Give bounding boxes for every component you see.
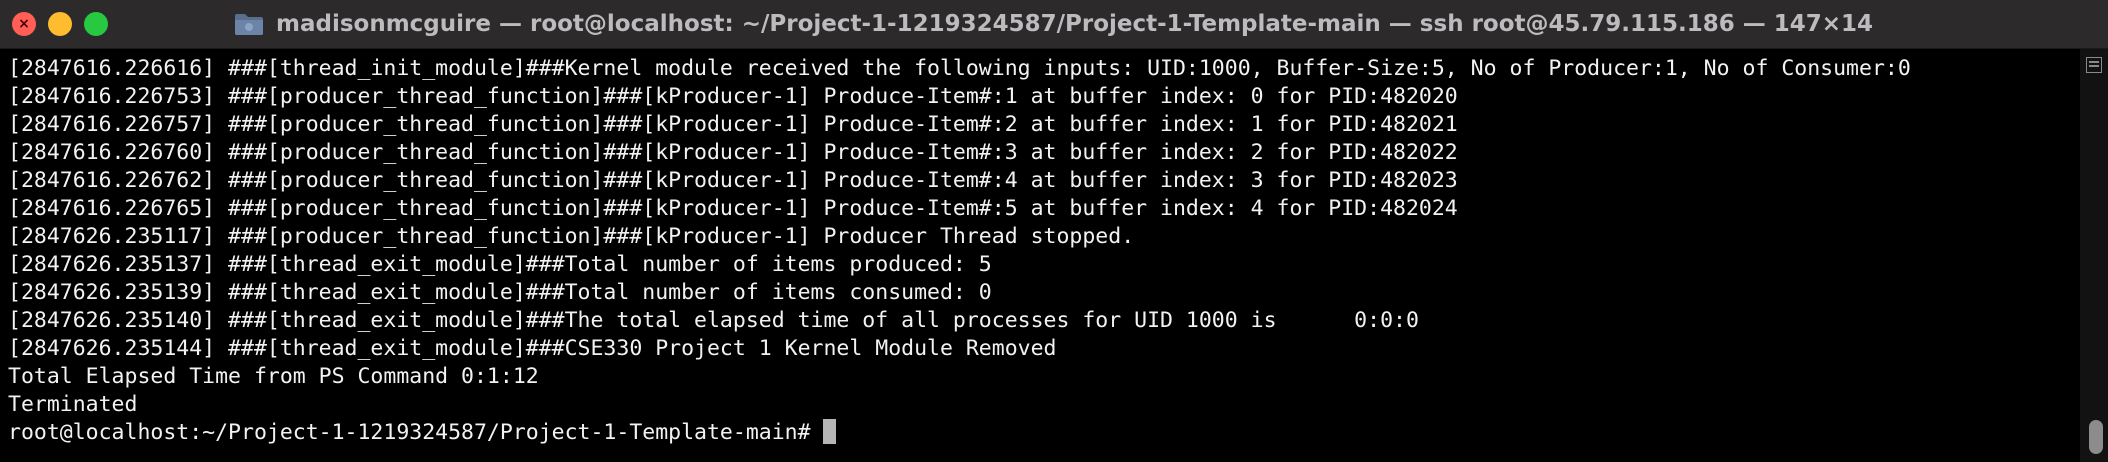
- maximize-button[interactable]: [84, 12, 108, 36]
- terminal-line: [2847616.226762] ###[producer_thread_fun…: [8, 168, 1458, 193]
- window-title-group: madisonmcguire — root@localhost: ~/Proje…: [234, 0, 1873, 48]
- close-button[interactable]: ×: [12, 12, 36, 36]
- terminal-line: [2847616.226753] ###[producer_thread_fun…: [8, 84, 1458, 109]
- folder-icon: [235, 14, 263, 35]
- terminal-line: Total Elapsed Time from PS Command 0:1:1…: [8, 364, 539, 389]
- terminal-line: [2847616.226616] ###[thread_init_module]…: [8, 56, 1911, 81]
- terminal-line: [2847616.226760] ###[producer_thread_fun…: [8, 140, 1458, 165]
- terminal-output[interactable]: [2847616.226616] ###[thread_init_module]…: [8, 55, 2076, 455]
- terminal-window: × madisonmcguire — root@localhost: ~/Pro…: [0, 0, 2108, 462]
- scrollbar[interactable]: [2080, 49, 2108, 462]
- terminal-line: [2847626.235144] ###[thread_exit_module]…: [8, 336, 1057, 361]
- title-bar[interactable]: × madisonmcguire — root@localhost: ~/Pro…: [0, 0, 2108, 49]
- close-icon: ×: [18, 16, 30, 32]
- prompt-line[interactable]: root@localhost:~/Project-1-1219324587/Pr…: [8, 419, 2076, 447]
- scrollbar-thumb[interactable]: [2089, 420, 2103, 454]
- terminal-line: [2847626.235137] ###[thread_exit_module]…: [8, 252, 992, 277]
- scroll-marks-icon[interactable]: [2086, 57, 2102, 73]
- terminal-line: [2847626.235140] ###[thread_exit_module]…: [8, 308, 1419, 333]
- terminal-line: [2847626.235117] ###[producer_thread_fun…: [8, 224, 1135, 249]
- terminal-line: Terminated: [8, 392, 138, 417]
- terminal-line: [2847616.226765] ###[producer_thread_fun…: [8, 196, 1458, 221]
- shell-prompt: root@localhost:~/Project-1-1219324587/Pr…: [8, 420, 824, 445]
- terminal-line: [2847626.235139] ###[thread_exit_module]…: [8, 280, 992, 305]
- terminal-line: [2847616.226757] ###[producer_thread_fun…: [8, 112, 1458, 137]
- text-cursor: [823, 419, 837, 444]
- window-title: madisonmcguire — root@localhost: ~/Proje…: [276, 11, 1874, 37]
- minimize-button[interactable]: [48, 12, 72, 36]
